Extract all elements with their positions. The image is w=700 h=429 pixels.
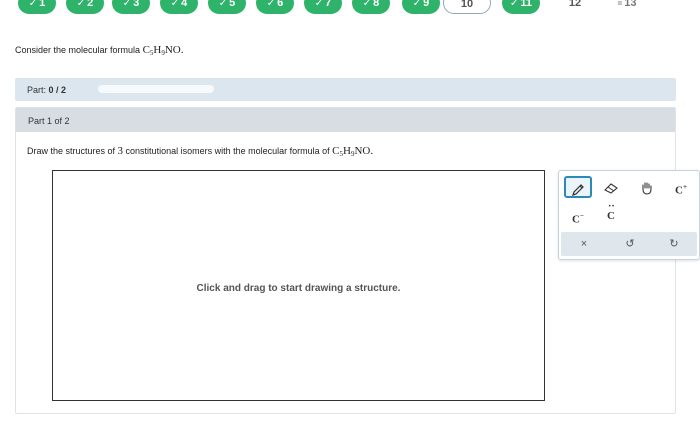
- nav-question-7[interactable]: ✓ 7: [304, 0, 342, 14]
- part-value: 0 / 2: [48, 85, 67, 95]
- nav-question-8[interactable]: ✓ 8: [352, 0, 390, 14]
- instruction-text: Draw the structures of 3 constitutional …: [27, 145, 374, 158]
- check-icon: ✓: [76, 0, 86, 9]
- nav-question-label: 2: [87, 0, 94, 9]
- check-icon: ✓: [362, 0, 372, 9]
- check-icon: ✓: [28, 0, 38, 9]
- nav-question-4[interactable]: ✓ 4: [160, 0, 198, 14]
- pencil-tool-button[interactable]: [564, 176, 592, 198]
- nav-question-label: 11: [520, 0, 533, 9]
- nav-question-label: 8: [373, 0, 380, 9]
- nav-question-label: 1: [39, 0, 46, 9]
- nav-question-1[interactable]: ✓ 1: [18, 0, 56, 14]
- nav-question-label: 7: [325, 0, 332, 9]
- canvas-hint: Click and drag to start drawing a struct…: [196, 283, 401, 294]
- nav-question-label: 4: [181, 0, 188, 9]
- nav-question-10[interactable]: 10: [443, 0, 491, 14]
- nav-question-label: 3: [133, 0, 140, 9]
- redo-button[interactable]: ↻: [659, 232, 689, 256]
- check-icon: ✓: [170, 0, 180, 9]
- part-header: Part 1 of 2: [16, 108, 675, 132]
- question-nav: ✓ 1 ✓ 2 ✓ 3 ✓ 4 ✓ 5 ✓ 6 ✓ 7 ✓ 8 ✓ 9 10 ✓ 11 12 = 13: [0, 0, 700, 16]
- check-icon: ✓: [412, 0, 422, 9]
- nav-question-9[interactable]: ✓ 9: [402, 0, 440, 14]
- question-text: Consider the molecular formula C5H9NO.: [15, 44, 184, 57]
- hand-tool-button[interactable]: [633, 176, 661, 198]
- instruction-formula: C5H9NO.: [332, 145, 374, 158]
- undo-button[interactable]: ↺: [615, 232, 645, 256]
- clear-button[interactable]: ×: [569, 232, 599, 256]
- molecular-formula: C5H9NO.: [142, 44, 184, 57]
- eraser-tool-button[interactable]: [597, 176, 625, 198]
- part-header-label: Part 1 of 2: [28, 116, 70, 126]
- part-label: Part: 0 / 2: [27, 85, 67, 95]
- drawing-canvas[interactable]: Click and drag to start drawing a struct…: [52, 170, 545, 401]
- hand-icon: [642, 182, 652, 195]
- check-icon: ✓: [314, 0, 324, 9]
- eraser-icon: [604, 183, 618, 194]
- tool-palette: C+ C− C ·· × ↺ ↻: [558, 170, 700, 260]
- nav-question-2[interactable]: ✓ 2: [66, 0, 104, 14]
- check-icon: ✓: [266, 0, 276, 9]
- nav-question-label: 12: [568, 0, 582, 9]
- equals-icon: =: [617, 0, 623, 8]
- cation-tool-button[interactable]: C+: [667, 176, 695, 198]
- check-icon: ✓: [509, 0, 519, 9]
- pencil-icon: [572, 183, 584, 196]
- part-progress-bar: Part: 0 / 2: [15, 78, 676, 101]
- progress-track: [98, 85, 214, 93]
- nav-question-label: 6: [277, 0, 284, 9]
- nav-question-3[interactable]: ✓ 3: [112, 0, 150, 14]
- nav-question-12[interactable]: 12: [556, 0, 594, 14]
- check-icon: ✓: [122, 0, 132, 9]
- nav-question-label: 13: [624, 0, 637, 9]
- lone-pair-dots: ··: [608, 201, 615, 212]
- lone-pair-tool-button[interactable]: C ··: [597, 201, 625, 227]
- nav-question-label: 5: [229, 0, 236, 9]
- check-icon: ✓: [218, 0, 228, 9]
- anion-tool-button[interactable]: C−: [564, 205, 592, 227]
- nav-question-13[interactable]: = 13: [608, 0, 646, 14]
- nav-question-6[interactable]: ✓ 6: [256, 0, 294, 14]
- nav-question-5[interactable]: ✓ 5: [208, 0, 246, 14]
- nav-question-label: 9: [423, 0, 430, 9]
- question-prefix: Consider the molecular formula: [15, 45, 143, 55]
- palette-footer: × ↺ ↻: [561, 232, 697, 256]
- nav-question-label: 10: [460, 0, 474, 10]
- nav-question-11[interactable]: ✓ 11: [502, 0, 540, 14]
